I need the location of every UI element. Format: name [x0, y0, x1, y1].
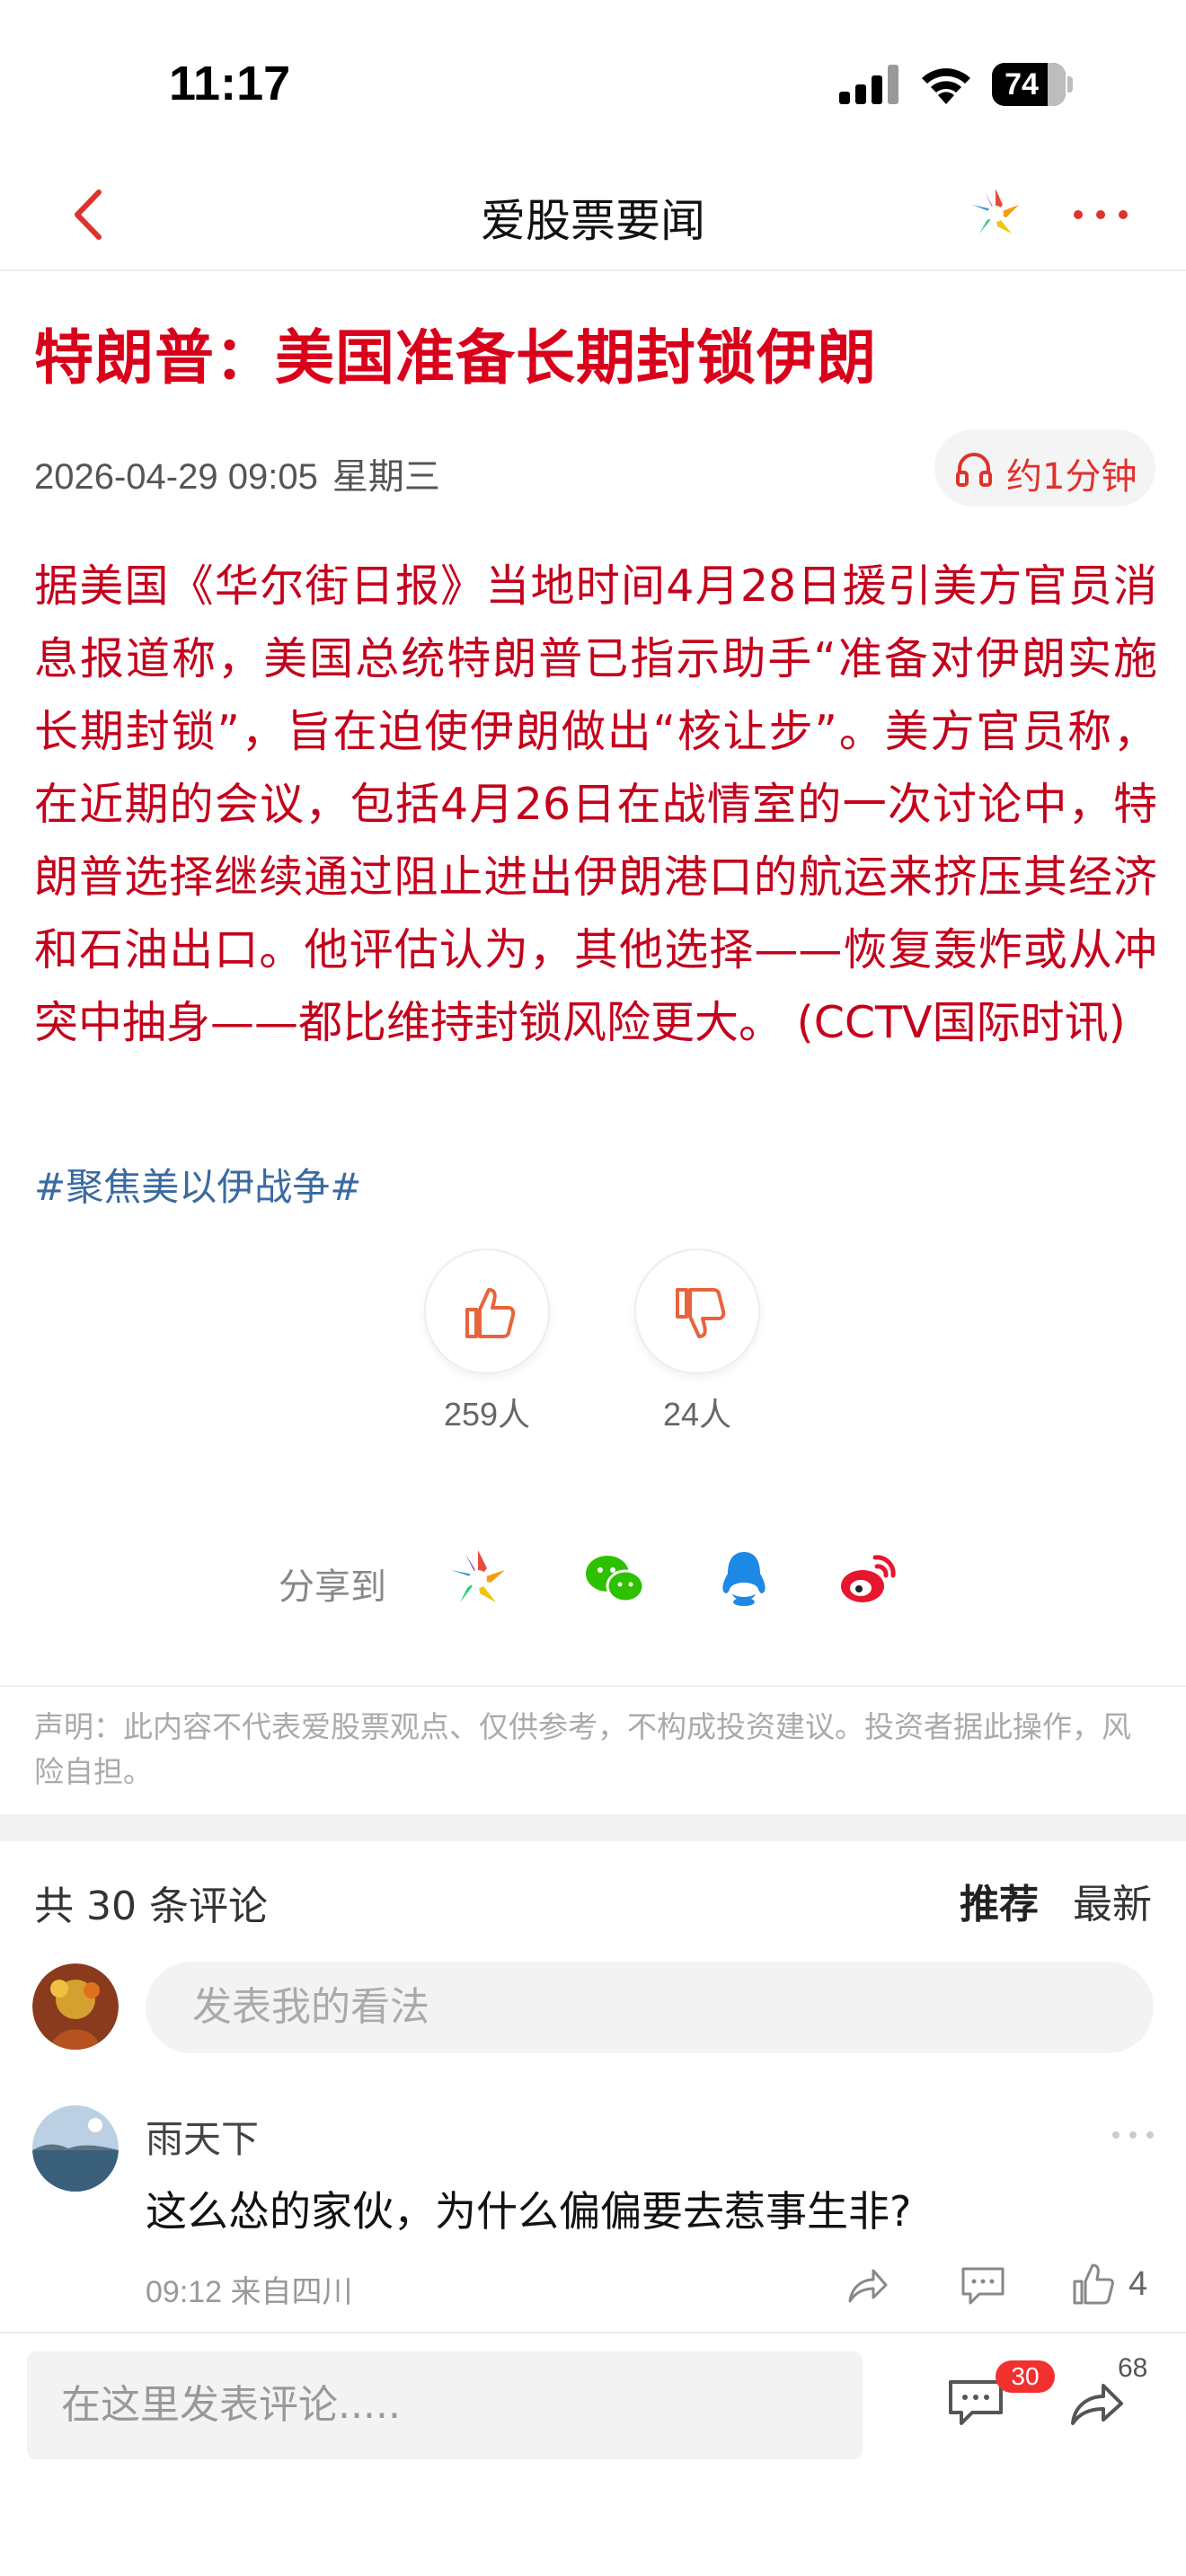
bottom-comment-bar: 在这里发表评论..... 30 68 — [0, 2332, 1186, 2576]
listen-button[interactable]: 约1分钟 — [934, 429, 1155, 507]
comment-count-badge: 30 — [996, 2360, 1055, 2393]
dislike-count: 24人 — [662, 1396, 732, 1433]
section-divider — [0, 1814, 1186, 1841]
comment-text: 这么怂的家伙，为什么偏偏要去惹事生非? — [146, 2187, 912, 2236]
qq-icon[interactable] — [712, 1547, 776, 1611]
like-count: 259人 — [443, 1396, 531, 1433]
comment-more-icon[interactable] — [1111, 2129, 1155, 2141]
page-title: 爱股票要闻 — [481, 195, 705, 247]
article-weekday: 星期三 — [332, 457, 440, 497]
battery-icon: 74 — [992, 63, 1073, 106]
commenter-avatar[interactable] — [32, 2105, 119, 2192]
thumbs-up-button[interactable] — [424, 1248, 550, 1374]
commenter-name: 雨天下 — [146, 2117, 260, 2161]
comments-icon[interactable] — [947, 2377, 1005, 2429]
comment-reply-icon[interactable] — [960, 2263, 1006, 2307]
status-time: 11:17 — [169, 57, 291, 110]
bottom-comment-input[interactable]: 在这里发表评论..... — [27, 2351, 863, 2459]
thumbs-down-button[interactable] — [634, 1248, 760, 1374]
article-headline: 特朗普：美国准备长期封锁伊朗 — [34, 323, 877, 393]
comment-like-icon[interactable] — [1071, 2262, 1116, 2307]
sort-latest-tab[interactable]: 最新 — [1073, 1872, 1152, 1929]
navigation-bar: 爱股票要闻 — [0, 162, 1186, 271]
status-bar: 11:17 74 — [0, 0, 1186, 162]
share-label: 分享到 — [279, 1566, 386, 1608]
dislike-vote[interactable]: 24人 — [634, 1248, 760, 1435]
comment-count-header: 共 30 条评论 — [34, 1883, 268, 1929]
article-date: 2026-04-29 09:05 — [34, 457, 318, 497]
like-vote[interactable]: 259人 — [424, 1248, 550, 1435]
listen-duration: 约1分钟 — [1006, 456, 1137, 498]
topic-tag-link[interactable]: #聚焦美以伊战争# — [34, 1157, 361, 1212]
battery-level: 74 — [1005, 67, 1039, 101]
wifi-icon — [922, 68, 970, 104]
more-options-icon[interactable] — [1069, 201, 1132, 228]
cellular-signal-icon — [839, 65, 898, 104]
share-count: 68 — [1118, 2353, 1148, 2383]
article-meta: 2026-04-29 09:05 星期三 — [34, 447, 455, 499]
weibo-icon[interactable] — [836, 1547, 900, 1611]
article-body: 据美国《华尔街日报》当地时间4月28日援引美方官员消息报道称，美国总统特朗普已指… — [34, 560, 1157, 1048]
comment-input-field[interactable]: 发表我的看法 — [146, 1962, 1154, 2053]
comment-like-count: 4 — [1128, 2265, 1148, 2303]
back-button[interactable] — [63, 183, 117, 246]
headphones-icon — [956, 453, 992, 487]
share-icon[interactable] — [1069, 2378, 1125, 2429]
thumbs-up-icon — [465, 1288, 516, 1338]
comment-time: 09:12 来自四川 — [146, 2275, 353, 2309]
ai-gupiao-icon[interactable] — [446, 1547, 510, 1611]
ai-gupiao-logo-icon[interactable] — [967, 185, 1024, 243]
wechat-icon[interactable] — [582, 1547, 647, 1611]
sort-recommend-tab[interactable]: 推荐 — [960, 1872, 1039, 1929]
disclaimer: 声明：此内容不代表爱股票观点、仅供参考，不构成投资建议。投资者据此操作，风险自担… — [0, 1685, 1186, 1814]
thumbs-down-icon — [676, 1288, 726, 1338]
my-avatar[interactable] — [32, 1963, 119, 2050]
comment-share-icon[interactable] — [845, 2263, 890, 2308]
